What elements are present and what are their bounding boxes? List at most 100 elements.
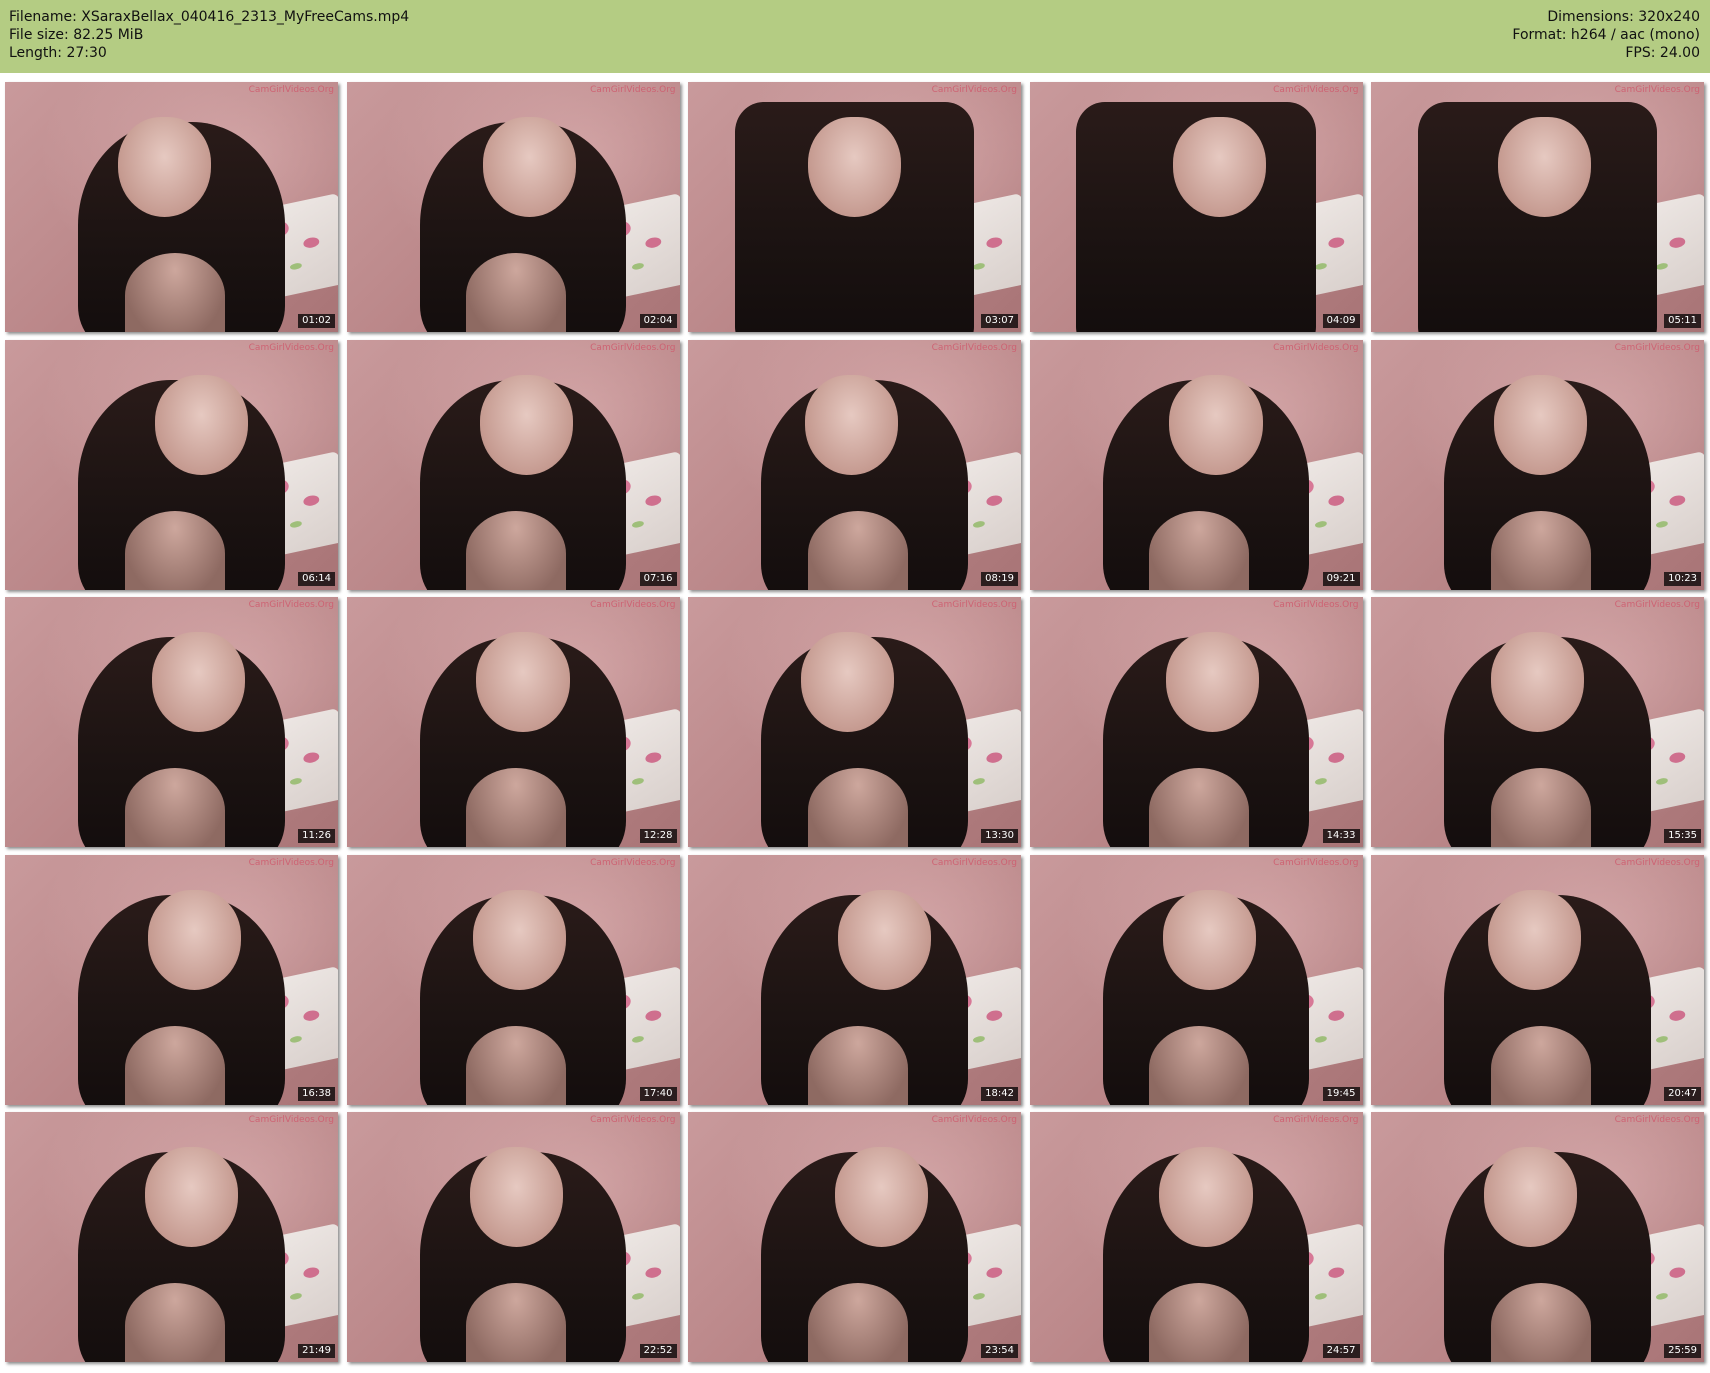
thumbnail-grid: CamGirlVideos.Org 01:02 CamGirlVideos.Org 0… xyxy=(0,82,1710,1373)
thumbnail: CamGirlVideos.Org 20:47 xyxy=(1371,854,1704,1105)
thumbnail: CamGirlVideos.Org 12:28 xyxy=(346,597,680,847)
watermark-text: CamGirlVideos.Org xyxy=(1614,1115,1700,1125)
watermark-text: CamGirlVideos.Org xyxy=(1273,342,1359,353)
thumbnail: CamGirlVideos.Org 23:54 xyxy=(688,1112,1021,1362)
filename-text: Filename: XSaraxBellax_040416_2313_MyFre… xyxy=(9,9,410,25)
person-face xyxy=(1159,1147,1253,1247)
dimensions-text: Dimensions: 320x240 xyxy=(1547,9,1700,25)
person-chest xyxy=(466,253,567,332)
person-chest xyxy=(1490,510,1591,590)
thumbnail: CamGirlVideos.Org 02:04 xyxy=(346,82,680,332)
watermark-text: CamGirlVideos.Org xyxy=(1614,85,1700,95)
person-face xyxy=(834,1147,928,1247)
timestamp: 07:16 xyxy=(639,571,677,586)
person-chest xyxy=(1490,1025,1591,1105)
thumbnail: CamGirlVideos.Org 09:21 xyxy=(1029,339,1363,590)
thumbnail: CamGirlVideos.Org 04:09 xyxy=(1029,82,1363,332)
person-chest xyxy=(466,1283,567,1362)
person-face xyxy=(1487,889,1581,990)
watermark-text: CamGirlVideos.Org xyxy=(248,85,334,95)
person-face xyxy=(1484,1147,1578,1247)
person-chest xyxy=(124,768,225,847)
thumbnail: CamGirlVideos.Org 21:49 xyxy=(5,1112,338,1362)
person-chest xyxy=(807,1283,908,1362)
person-face xyxy=(476,632,570,732)
person-face xyxy=(473,889,567,990)
person-face xyxy=(1166,632,1260,732)
person-chest xyxy=(124,1025,225,1105)
watermark-text: CamGirlVideos.Org xyxy=(590,85,676,95)
thumbnail: CamGirlVideos.Org 13:30 xyxy=(688,597,1021,847)
thumbnail: CamGirlVideos.Org 17:40 xyxy=(346,854,680,1105)
person-face xyxy=(148,889,242,990)
file-info: Filename: XSaraxBellax_040416_2313_MyFre… xyxy=(9,8,409,62)
person-face xyxy=(1490,632,1585,732)
watermark-text: CamGirlVideos.Org xyxy=(1273,857,1359,868)
length-text: Length: 27:30 xyxy=(9,45,107,61)
person-face xyxy=(1494,374,1588,475)
person-chest xyxy=(1149,1283,1250,1362)
person-face xyxy=(151,632,245,732)
watermark-text: CamGirlVideos.Org xyxy=(931,1115,1017,1125)
watermark-text: CamGirlVideos.Org xyxy=(590,600,676,610)
timestamp: 01:02 xyxy=(298,314,335,328)
person-face xyxy=(807,117,902,217)
person-face xyxy=(469,1147,563,1247)
thumbnail: CamGirlVideos.Org 03:07 xyxy=(688,82,1021,332)
person-face xyxy=(154,374,249,475)
format-text: Format: h264 / aac (mono) xyxy=(1512,27,1700,43)
filesize-text: File size: 82.25 MiB xyxy=(9,27,144,43)
person-face xyxy=(1497,117,1591,217)
thumbnail: CamGirlVideos.Org 07:16 xyxy=(346,339,680,590)
person-chest xyxy=(124,510,225,590)
person-chest xyxy=(807,768,908,847)
timestamp: 14:33 xyxy=(1322,829,1360,843)
thumbnail: CamGirlVideos.Org 22:52 xyxy=(346,1112,680,1362)
thumbnail: CamGirlVideos.Org 24:57 xyxy=(1029,1112,1363,1362)
person-chest xyxy=(466,768,567,847)
timestamp: 05:11 xyxy=(1664,314,1701,328)
person-chest xyxy=(807,1025,908,1105)
thumbnail: CamGirlVideos.Org 19:45 xyxy=(1029,854,1363,1105)
watermark-text: CamGirlVideos.Org xyxy=(1614,600,1700,610)
person-chest xyxy=(1149,768,1250,847)
watermark-text: CamGirlVideos.Org xyxy=(931,85,1017,95)
watermark-text: CamGirlVideos.Org xyxy=(931,857,1017,868)
timestamp: 17:40 xyxy=(639,1086,677,1101)
timestamp: 16:38 xyxy=(298,1086,335,1101)
watermark-text: CamGirlVideos.Org xyxy=(931,600,1017,610)
watermark-text: CamGirlVideos.Org xyxy=(1273,85,1359,95)
timestamp: 04:09 xyxy=(1322,314,1360,328)
thumbnail: CamGirlVideos.Org 10:23 xyxy=(1371,339,1704,590)
watermark-text: CamGirlVideos.Org xyxy=(248,342,334,353)
timestamp: 12:28 xyxy=(639,829,677,843)
person-face xyxy=(837,889,932,990)
timestamp: 06:14 xyxy=(298,571,335,586)
person-face xyxy=(483,117,577,217)
timestamp: 19:45 xyxy=(1322,1086,1360,1101)
thumbnail: CamGirlVideos.Org 18:42 xyxy=(688,854,1021,1105)
person-face xyxy=(804,374,898,475)
watermark-text: CamGirlVideos.Org xyxy=(931,342,1017,353)
timestamp: 20:47 xyxy=(1664,1086,1701,1101)
timestamp: 10:23 xyxy=(1664,571,1701,586)
person-face xyxy=(801,632,895,732)
person-face xyxy=(479,374,573,475)
timestamp: 23:54 xyxy=(981,1344,1018,1358)
thumbnail: CamGirlVideos.Org 05:11 xyxy=(1371,82,1704,332)
timestamp: 02:04 xyxy=(639,314,677,328)
fps-text: FPS: 24.00 xyxy=(1625,45,1700,61)
person-chest xyxy=(124,1283,225,1362)
video-info: Dimensions: 320x240 Format: h264 / aac (… xyxy=(1512,8,1700,62)
timestamp: 15:35 xyxy=(1664,829,1701,843)
timestamp: 08:19 xyxy=(981,571,1018,586)
thumbnail: CamGirlVideos.Org 06:14 xyxy=(5,339,338,590)
timestamp: 24:57 xyxy=(1322,1344,1360,1358)
timestamp: 21:49 xyxy=(298,1344,335,1358)
watermark-text: CamGirlVideos.Org xyxy=(590,342,676,353)
timestamp: 13:30 xyxy=(981,829,1018,843)
watermark-text: CamGirlVideos.Org xyxy=(590,857,676,868)
timestamp: 03:07 xyxy=(981,314,1018,328)
person-chest xyxy=(807,510,908,590)
watermark-text: CamGirlVideos.Org xyxy=(1273,1115,1359,1125)
